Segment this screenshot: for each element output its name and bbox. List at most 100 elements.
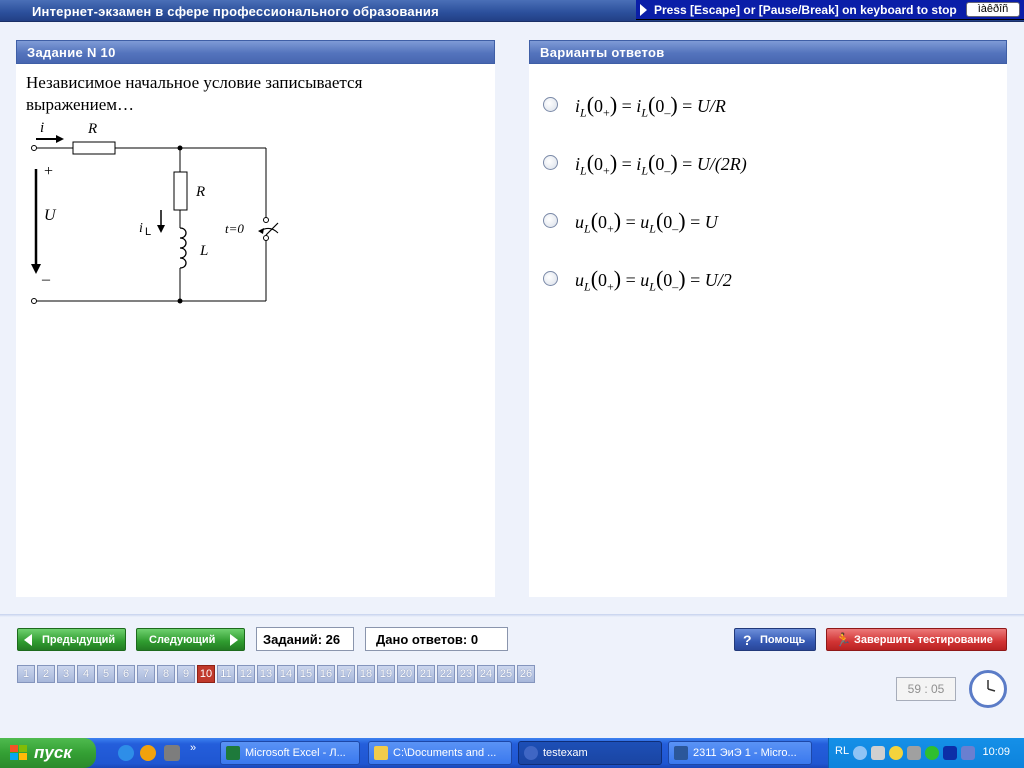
media-icon[interactable]	[943, 746, 957, 760]
divider	[0, 614, 1024, 617]
start-button[interactable]: пуск	[0, 738, 96, 768]
page-button-26[interactable]: 26	[517, 665, 535, 683]
running-man-icon: 🏃	[835, 632, 852, 647]
label-u: U	[44, 207, 57, 224]
label-il-sub: L	[145, 226, 151, 238]
question-text: Независимое начальное условие записывает…	[26, 73, 363, 114]
taskbar-item-word[interactable]: 2311 ЭиЭ 1 - Micro...	[668, 741, 812, 765]
next-button[interactable]: Следующий	[136, 628, 245, 651]
answer-option-3[interactable]: uL(0+) = uL(0–) = U	[543, 206, 983, 236]
label-plus: +	[44, 163, 53, 180]
answer-option-2[interactable]: iL(0+) = iL(0–) = U/(2R)	[543, 148, 983, 178]
finish-testing-button[interactable]: 🏃 Завершить тестирование	[826, 628, 1007, 651]
label-switch: t=0	[225, 221, 244, 236]
terminal-top	[31, 145, 37, 151]
arrow-left-icon	[24, 634, 32, 646]
label-minus: –	[41, 271, 51, 288]
program-icon[interactable]	[164, 745, 180, 761]
previous-button[interactable]: Предыдущий	[17, 628, 126, 651]
page-button-17[interactable]: 17	[337, 665, 355, 683]
answer-formula: uL(0+) = uL(0–) = U	[575, 208, 718, 236]
app-title: Интернет-экзамен в сфере профессионально…	[32, 4, 439, 19]
page-button-21[interactable]: 21	[417, 665, 435, 683]
page-button-5[interactable]: 5	[97, 665, 115, 683]
junction-bottom	[177, 298, 183, 304]
answer-formula: uL(0+) = uL(0–) = U/2	[575, 266, 732, 294]
page-button-15[interactable]: 15	[297, 665, 315, 683]
page-button-25[interactable]: 25	[497, 665, 515, 683]
smiley-icon[interactable]	[889, 746, 903, 760]
answer-option-4[interactable]: uL(0+) = uL(0–) = U/2	[543, 264, 983, 294]
answers-panel: Варианты ответов iL(0+) = iL(0–) = U/R i…	[529, 40, 1007, 597]
resistor-r1	[72, 141, 116, 155]
task-header: Задание N 10	[16, 40, 495, 64]
chevron-left-icon[interactable]	[853, 746, 867, 760]
excel-icon	[226, 746, 240, 760]
answers-given: Дано ответов: 0	[365, 627, 508, 651]
tasks-total: Заданий: 26	[256, 627, 354, 651]
page-button-18[interactable]: 18	[357, 665, 375, 683]
page-button-1[interactable]: 1	[17, 665, 35, 683]
label-r2: R	[195, 184, 205, 200]
inductor-l	[179, 227, 187, 269]
answer-formula: iL(0+) = iL(0–) = U/R	[575, 92, 726, 120]
terminal-bottom	[31, 298, 37, 304]
page-button-16[interactable]: 16	[317, 665, 335, 683]
page-button-9[interactable]: 9	[177, 665, 195, 683]
clock-icon	[969, 670, 1007, 708]
resistor-r2	[173, 171, 188, 211]
internet-explorer-icon[interactable]	[118, 745, 134, 761]
page-button-14[interactable]: 14	[277, 665, 295, 683]
escape-hint: Press [Escape] or [Pause/Break] on keybo…	[654, 3, 957, 17]
taskbar-item-testexam[interactable]: testexam	[518, 741, 662, 765]
radio-button[interactable]	[543, 213, 558, 228]
radio-button[interactable]	[543, 155, 558, 170]
answer-formula: iL(0+) = iL(0–) = U/(2R)	[575, 150, 747, 178]
play-arrow-icon	[640, 4, 647, 16]
label-l: L	[199, 243, 208, 259]
media-player-icon[interactable]	[140, 745, 156, 761]
page-button-11[interactable]: 11	[217, 665, 235, 683]
question-mark-icon: ?	[743, 632, 752, 648]
radio-button[interactable]	[543, 97, 558, 112]
testexam-icon	[524, 746, 538, 760]
page-button-20[interactable]: 20	[397, 665, 415, 683]
page-button-12[interactable]: 12	[237, 665, 255, 683]
printer-icon[interactable]	[871, 746, 885, 760]
label-il: i	[139, 221, 143, 236]
page-button-10[interactable]: 10	[197, 665, 215, 683]
page-button-7[interactable]: 7	[137, 665, 155, 683]
page-button-22[interactable]: 22	[437, 665, 455, 683]
system-clock: 10:09	[982, 746, 1010, 758]
taskbar-item-explorer[interactable]: C:\Documents and ...	[368, 741, 512, 765]
page-button-23[interactable]: 23	[457, 665, 475, 683]
page-button-4[interactable]: 4	[77, 665, 95, 683]
page-button-8[interactable]: 8	[157, 665, 175, 683]
radio-button[interactable]	[543, 271, 558, 286]
network-icon[interactable]	[925, 746, 939, 760]
language-indicator[interactable]: RL	[835, 745, 849, 757]
help-button[interactable]: ? Помощь	[734, 628, 816, 651]
label-r1: R	[87, 121, 97, 137]
language-indicator[interactable]: ìàêðîñ	[966, 2, 1020, 17]
answers-header: Варианты ответов	[529, 40, 1007, 64]
answer-option-1[interactable]: iL(0+) = iL(0–) = U/R	[543, 90, 983, 120]
windows-logo-icon	[10, 745, 27, 760]
title-bar: Интернет-экзамен в сфере профессионально…	[0, 0, 1024, 22]
page-button-6[interactable]: 6	[117, 665, 135, 683]
page-button-19[interactable]: 19	[377, 665, 395, 683]
task-panel: Задание N 10 Независимое начальное услов…	[16, 40, 495, 597]
monitor-icon[interactable]	[961, 746, 975, 760]
page-button-13[interactable]: 13	[257, 665, 275, 683]
timer: 59 : 05	[896, 677, 956, 701]
page-button-2[interactable]: 2	[37, 665, 55, 683]
folder-icon	[374, 746, 388, 760]
arrow-right-icon	[230, 634, 238, 646]
page-button-24[interactable]: 24	[477, 665, 495, 683]
taskbar-item-excel[interactable]: Microsoft Excel - Л...	[220, 741, 360, 765]
taskbar: пуск » Microsoft Excel - Л... C:\Documen…	[0, 738, 1024, 768]
escape-hint-bar: Press [Escape] or [Pause/Break] on keybo…	[636, 0, 1024, 20]
quicklaunch-more[interactable]: »	[190, 742, 196, 754]
page-button-3[interactable]: 3	[57, 665, 75, 683]
play-icon[interactable]	[907, 746, 921, 760]
